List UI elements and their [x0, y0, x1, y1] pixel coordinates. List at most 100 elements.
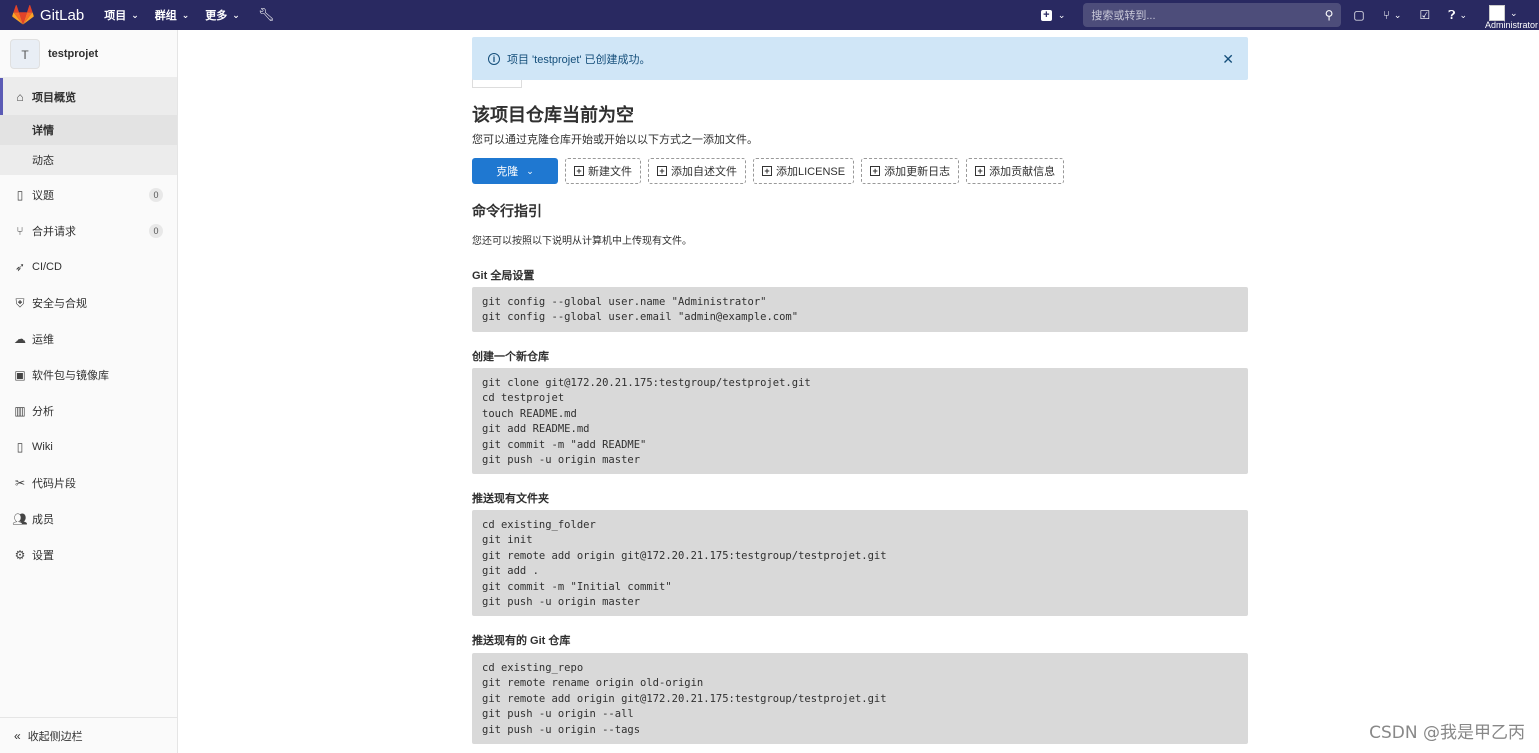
sidebar: T testprojet ⌂ 项目概览 详情 动态 ▯ 议题 0 ⑂ 合并请求 … [0, 30, 178, 753]
users-icon: 👥︎ [12, 512, 28, 526]
nav-groups[interactable]: 群组 ⌄ [155, 7, 190, 23]
shield-icon: ⛨ [15, 295, 25, 310]
plus-square-icon: + [657, 166, 667, 176]
add-changelog-button[interactable]: + 添加更新日志 [861, 158, 960, 184]
add-readme-button[interactable]: + 添加自述文件 [648, 158, 746, 184]
info-icon: i [488, 52, 500, 65]
issues-count-badge: 0 [149, 188, 163, 202]
add-contributing-button[interactable]: + 添加贡献信息 [966, 158, 1065, 184]
sidebar-item-label: 运维 [32, 334, 54, 346]
admin-wrench-icon[interactable]: 🔧︎ [258, 7, 275, 23]
sidebar-item-wiki[interactable]: ▯ Wiki [0, 429, 177, 465]
sidebar-item-analytics[interactable]: ▥ 分析 [0, 393, 177, 429]
project-avatar: T [10, 38, 40, 69]
tanuki-icon [12, 5, 34, 25]
plus-square-icon: + [975, 166, 986, 176]
add-license-button[interactable]: + 添加LICENSE [753, 158, 855, 184]
empty-repo-description: 您可以通过克隆仓库开始或开始以以下方式之一添加文件。 [472, 134, 758, 146]
merge-request-icon[interactable]: ⑂ ⌄ [1383, 8, 1402, 22]
clone-label: 克隆 [496, 166, 519, 178]
button-label: 添加更新日志 [884, 166, 951, 178]
sidebar-item-label: 合并请求 [32, 226, 76, 238]
sidebar-item-settings[interactable]: ⚙ 设置 [0, 537, 177, 573]
chevron-down-icon: ⌄ [1459, 9, 1467, 20]
collapse-sidebar-label: 收起侧边栏 [27, 730, 83, 743]
empty-repo-title: 该项目仓库当前为空 [472, 105, 634, 125]
gear-icon: ⚙ [14, 548, 26, 562]
chevron-down-icon: ⌄ [1057, 9, 1066, 20]
sidebar-item-label: 软件包与镜像库 [32, 370, 109, 382]
todo-icon[interactable]: ☑ [1419, 8, 1430, 22]
sidebar-item-cicd[interactable]: ➶ CI/CD [0, 249, 177, 285]
rocket-icon: ➶ [14, 260, 26, 274]
sidebar-item-snippets[interactable]: ✂ 代码片段 [0, 465, 177, 501]
sidebar-item-security[interactable]: ⛨ 安全与合规 [0, 285, 177, 321]
collapse-sidebar-button[interactable]: « 收起侧边栏 [0, 717, 177, 753]
sidebar-item-label: 议题 [32, 190, 54, 202]
watermark-text: CSDN @我是甲乙丙 [1369, 723, 1525, 743]
sidebar-item-members[interactable]: 👥︎ 成员 [0, 501, 177, 537]
avatar [1489, 5, 1505, 21]
sidebar-item-label: CI/CD [32, 261, 62, 273]
plus-square-icon: + [574, 166, 584, 176]
project-header[interactable]: T testprojet [0, 30, 177, 78]
plus-square-icon: + [762, 166, 772, 176]
sidebar-item-merge-requests[interactable]: ⑂ 合并请求 0 [0, 213, 177, 249]
package-icon: ▣ [14, 368, 26, 382]
chevron-down-icon: ⌄ [131, 9, 139, 20]
cli-instructions-description: 您还可以按照以下说明从计算机中上传现有文件。 [472, 236, 692, 247]
book-icon: ▯ [16, 440, 24, 454]
scissors-icon: ✂ [14, 476, 26, 490]
chart-icon: ▥ [14, 404, 26, 418]
section-title-existing-repo: 推送现有的 Git 仓库 [472, 635, 571, 647]
close-icon[interactable]: ✕ [1222, 51, 1234, 68]
chevron-down-icon: ⌄ [1510, 8, 1518, 18]
sidebar-subitem-activity[interactable]: 动态 [0, 145, 177, 175]
sidebar-item-issues[interactable]: ▯ 议题 0 [0, 177, 177, 213]
sidebar-item-label: 成员 [32, 514, 54, 526]
cloud-icon: ☁ [14, 332, 26, 346]
cli-instructions-title: 命令行指引 [472, 203, 542, 219]
search-placeholder: 搜索或转到... [1091, 10, 1156, 22]
new-dropdown-button[interactable]: + ⌄ [1040, 9, 1066, 21]
code-block-existing-folder: cd existing_folder git init git remote a… [472, 510, 1248, 616]
sidebar-item-label: 安全与合规 [32, 298, 87, 310]
home-icon: ⌂ [16, 89, 24, 104]
search-input[interactable]: 搜索或转到... ⚲ [1083, 3, 1342, 27]
repo-actions: 克隆 ⌄ + 新建文件 + 添加自述文件 + 添加LICENSE + 添加更新日志 + 添… [472, 158, 1071, 184]
new-file-button[interactable]: + 新建文件 [565, 158, 641, 184]
chevron-down-icon: ⌄ [1393, 9, 1402, 20]
button-label: 添加LICENSE [776, 166, 846, 178]
chevron-down-icon: ⌄ [232, 9, 240, 20]
section-title-existing-folder: 推送现有文件夹 [472, 493, 549, 505]
brand-name: GitLab [40, 6, 85, 24]
sidebar-item-label: Wiki [32, 441, 53, 453]
code-block-existing-repo: cd existing_repo git remote rename origi… [472, 653, 1248, 744]
chevron-down-icon: ⌄ [526, 165, 534, 176]
search-icon: ⚲ [1324, 8, 1334, 22]
sidebar-item-label: 分析 [32, 406, 54, 418]
issues-icon[interactable]: ▢ [1353, 8, 1364, 22]
sidebar-subitem-details[interactable]: 详情 [0, 115, 177, 145]
sidebar-group-overview: ⌂ 项目概览 详情 动态 [0, 78, 177, 175]
sidebar-item-label: 设置 [32, 550, 54, 562]
top-navbar: GitLab 项目 ⌄ 群组 ⌄ 更多 ⌄ 🔧︎ + ⌄ 搜索或转到... ⚲ ▢ ⑂… [0, 0, 1539, 30]
user-name: Administrator [1485, 20, 1539, 30]
sidebar-item-packages[interactable]: ▣ 软件包与镜像库 [0, 357, 177, 393]
sidebar-subitem-label: 详情 [32, 125, 54, 137]
merge-requests-count-badge: 0 [149, 224, 163, 238]
button-label: 新建文件 [588, 166, 632, 178]
gitlab-logo[interactable]: GitLab [12, 5, 84, 25]
clone-dropdown-button[interactable]: 克隆 ⌄ [472, 158, 558, 184]
help-icon[interactable]: ❓︎ ⌄ [1448, 8, 1467, 23]
sidebar-item-operations[interactable]: ☁ 运维 [0, 321, 177, 357]
user-menu[interactable]: ⌄ Administrator [1485, 0, 1539, 30]
section-title-new-repo: 创建一个新仓库 [472, 351, 549, 363]
button-label: 添加贡献信息 [989, 166, 1056, 178]
sidebar-item-overview[interactable]: ⌂ 项目概览 [0, 78, 177, 115]
nav-projects[interactable]: 项目 ⌄ [104, 7, 139, 23]
merge-request-icon: ⑂ [16, 224, 24, 238]
nav-more[interactable]: 更多 ⌄ [205, 7, 240, 23]
nav-groups-label: 群组 [154, 10, 177, 22]
nav-more-label: 更多 [205, 10, 228, 22]
